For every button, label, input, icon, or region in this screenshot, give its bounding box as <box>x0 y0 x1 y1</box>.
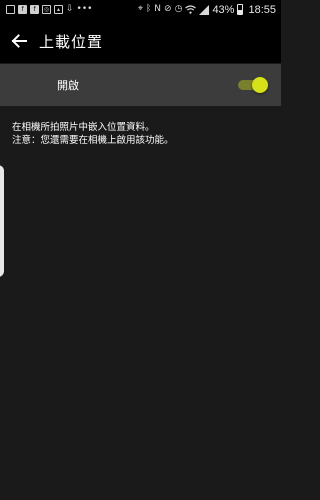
image-icon: ▴ <box>54 5 63 14</box>
status-bar: f f ◎ ▴ ⇩ ••• ⌖ ᛒ N ⊘ ◷ 43% 18:55 <box>0 0 281 19</box>
toggle-label: 開啟 <box>57 79 79 92</box>
description-note: 注意：您還需要在相機上啟用該功能。 <box>12 135 174 146</box>
app-bar: 上載位置 <box>0 19 281 63</box>
mute-icon: ⊘ <box>164 4 172 14</box>
location-icon: ⌖ <box>137 4 143 14</box>
system-icons: ⌖ ᛒ N ⊘ ◷ 43% 18:55 <box>138 4 276 16</box>
more-dots-icon: ••• <box>76 4 93 14</box>
clock: 18:55 <box>248 3 276 16</box>
camera-box-icon: ◎ <box>42 5 51 14</box>
download-icon: ⇩ <box>66 4 74 14</box>
signal-icon <box>199 4 210 15</box>
description-text: 在相機所拍照片中嵌入位置資料。 注意：您還需要在相機上啟用該功能。 <box>12 121 272 147</box>
notification-box-icon <box>6 5 15 14</box>
facebook-icon: f <box>30 5 39 14</box>
battery-percent: 43% <box>212 3 235 16</box>
facebook-icon: f <box>18 5 27 14</box>
battery-level-fill <box>238 10 243 14</box>
notification-icons: f f ◎ ▴ ⇩ ••• <box>6 5 92 14</box>
switch-thumb <box>252 77 268 93</box>
alarm-icon: ◷ <box>174 4 183 14</box>
description-line: 在相機所拍照片中嵌入位置資料。 <box>12 122 155 133</box>
back-button[interactable] <box>10 32 28 50</box>
bluetooth-icon: ᛒ <box>145 4 152 14</box>
edge-panel-handle[interactable] <box>0 165 4 277</box>
enable-toggle-switch[interactable] <box>238 77 270 94</box>
battery-icon <box>237 4 244 15</box>
arrow-left-icon <box>11 34 27 48</box>
wifi-icon <box>185 5 197 14</box>
page-title: 上載位置 <box>39 32 104 51</box>
nfc-icon: N <box>154 4 162 14</box>
